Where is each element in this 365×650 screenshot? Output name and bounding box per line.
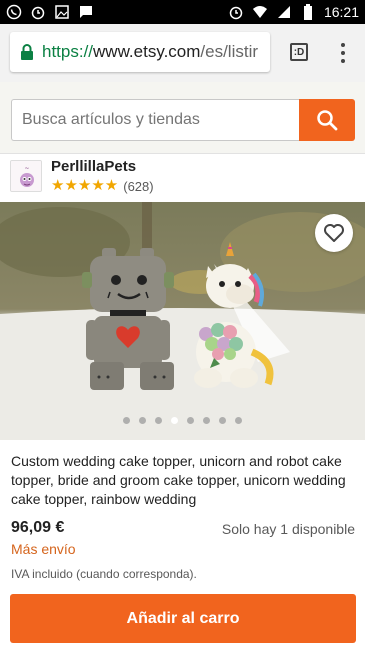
signal-icon (276, 4, 292, 20)
carousel-indicators (0, 417, 365, 424)
rating-stars: ★★★★★ (51, 177, 119, 194)
add-to-cart-button[interactable]: Añadir al carro (10, 594, 356, 643)
address-bar[interactable]: https://www.etsy.com/es/listir (10, 32, 270, 72)
carousel-dot[interactable] (139, 417, 146, 424)
image-icon (54, 4, 70, 20)
whatsapp-icon (6, 4, 22, 20)
shop-name[interactable]: PerllillaPets (51, 158, 136, 175)
carousel-dot[interactable] (123, 417, 130, 424)
status-time: 16:21 (323, 4, 359, 20)
search-input[interactable]: Busca artículos y tiendas (11, 99, 300, 141)
favorite-button[interactable] (315, 214, 353, 252)
carousel-dot[interactable] (235, 417, 242, 424)
shop-header[interactable]: ~ PerllillaPets ★★★★★ (628) (0, 154, 365, 202)
battery-icon (300, 4, 316, 20)
search-icon (317, 110, 338, 131)
tabs-button[interactable]: :D (290, 43, 308, 61)
listing-price: 96,09 € (11, 519, 65, 536)
shop-avatar[interactable]: ~ (10, 160, 42, 192)
shipping-link[interactable]: Más envío (11, 541, 76, 557)
carousel-dot[interactable] (203, 417, 210, 424)
carousel-dot[interactable] (187, 417, 194, 424)
alarm-icon (30, 4, 46, 20)
stock-status: Solo hay 1 disponible (221, 521, 355, 537)
vat-note: IVA incluido (cuando corresponda). (11, 567, 197, 581)
carousel-dot[interactable] (155, 417, 162, 424)
status-bar: 16:21 (0, 0, 365, 24)
url-path: /es/listir (200, 42, 259, 61)
search-bar: Busca artículos y tiendas (0, 82, 365, 154)
listing-title: Custom wedding cake topper, unicorn and … (11, 453, 346, 507)
browser-menu-button[interactable] (333, 40, 353, 66)
heart-icon (324, 224, 344, 242)
lock-icon (21, 44, 33, 60)
svg-text:~: ~ (24, 165, 29, 172)
search-button[interactable] (299, 99, 355, 141)
alarm-icon (228, 4, 244, 20)
shop-rating: ★★★★★ (628) (51, 178, 154, 194)
carousel-dot[interactable] (219, 417, 226, 424)
carousel-dot[interactable] (171, 417, 178, 424)
url-host: www.etsy.com (93, 42, 201, 61)
url-scheme: https:// (42, 42, 94, 61)
wifi-icon (252, 4, 268, 20)
review-count: (628) (123, 178, 154, 194)
message-icon (78, 4, 94, 20)
browser-toolbar: https://www.etsy.com/es/listir :D (0, 24, 365, 82)
listing-image[interactable] (0, 202, 365, 440)
